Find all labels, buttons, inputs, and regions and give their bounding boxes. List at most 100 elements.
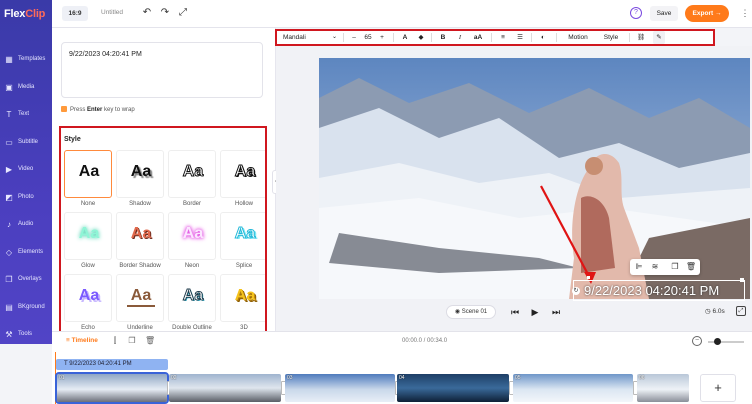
nav-item-overlays[interactable]: ❐ Overlays	[0, 271, 52, 291]
font-size-value[interactable]: 65	[361, 31, 375, 44]
font-size-decrease[interactable]: –	[349, 31, 359, 44]
nav-item-video[interactable]: ▶ Video	[0, 161, 52, 181]
style-option-none[interactable]: Aa	[64, 150, 112, 198]
font-size-increase[interactable]: +	[377, 31, 387, 44]
top-bar: 16:9 Untitled ↶ ↷ ⤢ ? Save Export → ⋮	[52, 0, 752, 28]
style-option-3d[interactable]: Aa	[220, 274, 265, 322]
text-track-clip[interactable]: T 9/22/2023 04:20:41 PM	[56, 359, 168, 370]
nav-item-templates[interactable]: ▦ Templates	[0, 51, 52, 71]
divider	[431, 33, 432, 42]
templates-icon: ▦	[5, 55, 13, 64]
style-option-splice[interactable]: Aa	[220, 212, 265, 260]
project-title[interactable]: Untitled	[101, 9, 123, 16]
nav-item-label: Tools	[18, 331, 33, 337]
timeline-tab[interactable]: ≡ Timeline	[66, 337, 98, 344]
video-icon: ▶	[5, 165, 13, 174]
timeline-clip[interactable]: 05	[513, 374, 633, 402]
nav-item-label: Media	[18, 83, 35, 90]
motion-button[interactable]: Motion	[563, 31, 593, 44]
left-navigation: FlexClip ▦ Templates ▣ Media T Text ▭ Subtitle ▶…	[0, 0, 52, 344]
copy-icon[interactable]: ❐	[127, 336, 137, 346]
bold-icon[interactable]: B	[437, 31, 449, 44]
nav-item-label: Templates	[18, 56, 46, 62]
zoom-out-icon[interactable]: −	[692, 336, 702, 346]
help-icon[interactable]: ?	[630, 7, 642, 19]
next-scene-icon[interactable]: ⏭	[550, 305, 562, 319]
split-icon[interactable]: ⫿	[110, 336, 120, 346]
edit-pen-icon[interactable]: ✎	[653, 31, 665, 44]
align-icon[interactable]: ⊫	[633, 261, 645, 273]
style-option-border-shadow[interactable]: Aa	[116, 212, 164, 260]
layers-icon[interactable]: ≋	[649, 261, 661, 273]
overlay-text[interactable]: 9/22/2023 04:20:41 PM	[584, 283, 719, 298]
duplicate-icon[interactable]: ❐	[669, 261, 681, 273]
nav-item-elements[interactable]: ◇ Elements	[0, 244, 52, 264]
style-sample: Aa	[182, 163, 204, 181]
fullscreen-toggle-icon[interactable]: ⤢	[176, 6, 190, 20]
divider	[531, 33, 532, 42]
save-button[interactable]: Save	[650, 6, 678, 21]
delete-icon[interactable]: 🗑	[685, 261, 697, 273]
timeline-time: 00:00.0 / 00:34.0	[402, 338, 448, 344]
divider	[629, 33, 630, 42]
add-clip-button[interactable]: +	[700, 374, 736, 402]
nav-item-bkground[interactable]: ▤ BKground	[0, 299, 52, 319]
opacity-icon[interactable]: ◐	[537, 31, 549, 44]
line-spacing-icon[interactable]: ☰	[514, 31, 526, 44]
link-icon[interactable]: ⛓	[635, 31, 647, 44]
trash-icon[interactable]: 🗑	[145, 336, 155, 346]
text-content-input[interactable]: 9/22/2023 04:20:41 PM	[61, 42, 263, 98]
highlight-color-icon[interactable]: ◆	[415, 31, 427, 44]
style-option-neon[interactable]: Aa	[168, 212, 216, 260]
more-options-icon[interactable]: ⋮	[740, 7, 750, 19]
nav-item-label: Photo	[18, 193, 34, 200]
style-option-echo[interactable]: Aa	[64, 274, 112, 322]
style-sample: Aa	[234, 287, 256, 304]
text-case-icon[interactable]: aA	[471, 31, 485, 44]
style-option-underline[interactable]: Aa	[116, 274, 164, 322]
italic-icon[interactable]: I	[454, 31, 466, 44]
timeline-clip[interactable]: 03	[285, 374, 395, 402]
previous-scene-icon[interactable]: ⏮	[509, 305, 521, 319]
rotate-handle-icon[interactable]: ↻	[572, 287, 580, 295]
style-option-label: Hollow	[234, 201, 253, 207]
style-option-double-outline[interactable]: Aa	[168, 274, 216, 322]
style-sample: Aa	[234, 163, 256, 181]
clip-number: 04	[399, 375, 405, 381]
text-color-icon[interactable]: A	[399, 31, 411, 44]
timeline-clip[interactable]: 02	[169, 374, 281, 402]
play-icon[interactable]: ▶	[529, 305, 541, 319]
style-option-shadow[interactable]: Aa	[116, 150, 164, 198]
zoom-slider-handle[interactable]	[714, 338, 721, 345]
style-option-hollow[interactable]: Aa	[220, 150, 265, 198]
nav-item-media[interactable]: ▣ Media	[0, 79, 52, 99]
chevron-down-icon: ⌄	[331, 34, 337, 40]
align-center-icon[interactable]: ≡	[497, 31, 509, 44]
style-button[interactable]: Style	[599, 31, 623, 44]
nav-item-subtitle[interactable]: ▭ Subtitle	[0, 134, 52, 154]
nav-item-tools[interactable]: ⚒ Tools	[0, 326, 52, 346]
fullscreen-icon[interactable]: ⤢	[736, 306, 746, 316]
style-option-label: Shadow	[129, 201, 151, 207]
style-sample: Aa	[182, 287, 204, 305]
nav-item-photo[interactable]: ◩ Photo	[0, 189, 52, 209]
nav-item-label: Subtitle	[18, 138, 39, 145]
nav-item-audio[interactable]: ♪ Audio	[0, 216, 52, 236]
nav-item-text[interactable]: T Text	[0, 106, 52, 126]
style-sample: Aa	[234, 225, 256, 243]
nav-item-label: Overlays	[18, 276, 42, 282]
export-button[interactable]: Export →	[685, 5, 729, 22]
timeline-clip[interactable]: 04	[397, 374, 509, 402]
timeline-clip[interactable]: 01	[55, 372, 169, 404]
font-family-select[interactable]: Mandali ⌄	[281, 31, 339, 44]
scene-selector[interactable]: ◉ Scene 01	[446, 305, 496, 319]
style-option-label: None	[80, 201, 96, 207]
style-sample: Aa	[127, 287, 155, 307]
timeline-clip[interactable]: 06	[637, 374, 689, 402]
redo-icon[interactable]: ↷	[158, 6, 172, 20]
aspect-ratio-button[interactable]: 16:9	[62, 6, 88, 21]
style-option-border[interactable]: Aa	[168, 150, 216, 198]
style-option-glow[interactable]: Aa	[64, 212, 112, 260]
undo-icon[interactable]: ↶	[140, 6, 154, 20]
scene-duration[interactable]: ◷ 6.0s	[705, 307, 725, 315]
